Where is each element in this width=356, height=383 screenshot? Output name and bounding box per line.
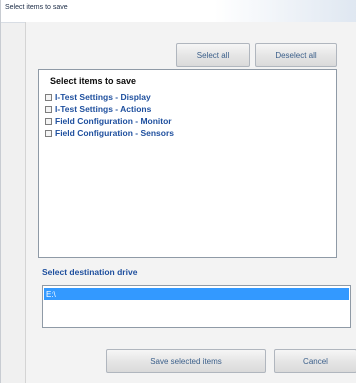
- select-all-button[interactable]: Select all: [176, 43, 250, 67]
- drive-list: E:\: [42, 285, 351, 328]
- save-dialog-window: Select items to save Select all Deselect…: [0, 0, 356, 383]
- items-list-body: I-Test Settings - Display I-Test Setting…: [45, 91, 174, 139]
- item-checkbox[interactable]: [45, 105, 52, 113]
- deselect-all-button[interactable]: Deselect all: [255, 43, 337, 67]
- list-item[interactable]: Field Configuration - Monitor: [45, 115, 174, 127]
- list-item-label: I-Test Settings - Actions: [55, 104, 152, 114]
- window-title: Select items to save: [5, 4, 68, 11]
- list-item-label: Field Configuration - Sensors: [55, 128, 175, 138]
- save-selected-button[interactable]: Save selected items: [106, 349, 266, 373]
- drive-item-selected[interactable]: E:\: [44, 288, 349, 300]
- list-item[interactable]: I-Test Settings - Display: [45, 91, 174, 103]
- list-item[interactable]: I-Test Settings - Actions: [45, 103, 174, 115]
- cancel-button[interactable]: Cancel: [274, 349, 356, 373]
- destination-label: Select destination drive: [42, 267, 138, 277]
- list-item-label: I-Test Settings - Display: [55, 92, 151, 102]
- item-checkbox[interactable]: [45, 93, 52, 101]
- items-list: Select items to save I-Test Settings - D…: [38, 69, 337, 258]
- items-list-header: Select items to save: [50, 76, 137, 86]
- item-checkbox[interactable]: [45, 129, 52, 137]
- item-checkbox[interactable]: [45, 117, 52, 125]
- list-item[interactable]: Field Configuration - Sensors: [45, 127, 174, 139]
- list-item-label: Field Configuration - Monitor: [55, 116, 172, 126]
- title-bar: Select items to save: [1, 0, 356, 23]
